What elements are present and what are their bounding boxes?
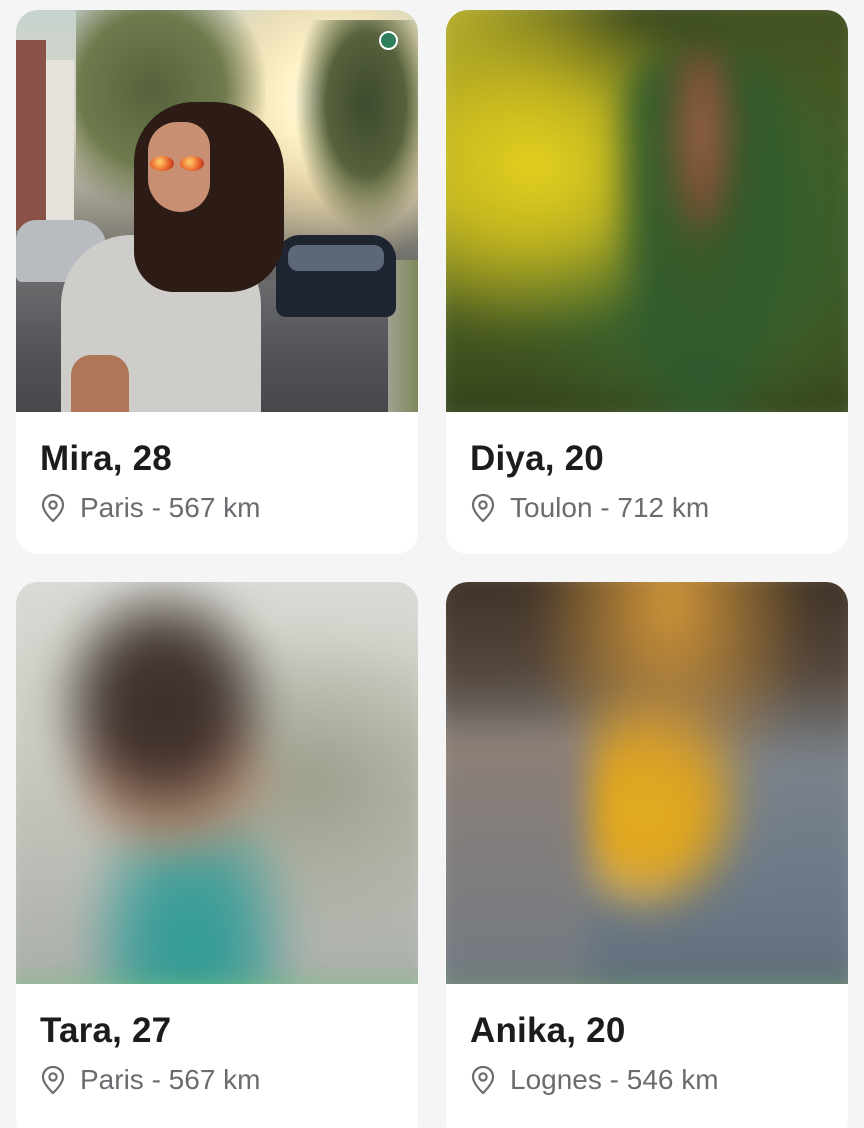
profile-card-tara[interactable]: Tara, 27 Paris - 567 km [16,582,418,1128]
profile-location: Paris - 567 km [40,1063,394,1097]
profile-photo[interactable] [446,10,848,412]
photo-image-blurred [446,582,848,984]
profile-info: Anika, 20 Lognes - 546 km [446,984,848,1097]
profile-info: Mira, 28 Paris - 567 km [16,412,418,525]
profile-location-text: Paris - 567 km [80,1064,261,1095]
profile-name-age: Tara, 27 [40,1011,172,1050]
profile-location-text: Paris - 567 km [80,492,261,523]
profile-location-text: Toulon - 712 km [510,492,710,523]
profile-info: Diya, 20 Toulon - 712 km [446,412,848,525]
profile-photo[interactable] [16,582,418,984]
location-pin-icon [41,493,65,523]
online-status-icon [379,31,398,50]
profile-location: Lognes - 546 km [470,1063,824,1097]
profile-grid: Mira, 28 Paris - 567 km Diya, 20 Toulon … [0,0,864,1128]
profile-location: Paris - 567 km [40,491,394,525]
profile-card-mira[interactable]: Mira, 28 Paris - 567 km [16,10,418,554]
profile-photo[interactable] [446,582,848,984]
profile-photo[interactable] [16,10,418,412]
profile-location-text: Lognes - 546 km [510,1064,719,1095]
profile-card-anika[interactable]: Anika, 20 Lognes - 546 km [446,582,848,1128]
photo-image-blurred [446,10,848,412]
profile-location: Toulon - 712 km [470,491,824,525]
profile-name-age: Diya, 20 [470,439,604,478]
profile-name-age: Mira, 28 [40,439,172,478]
location-pin-icon [41,1065,65,1095]
photo-image [16,10,418,412]
profile-card-diya[interactable]: Diya, 20 Toulon - 712 km [446,10,848,554]
profile-name-age: Anika, 20 [470,1011,626,1050]
location-pin-icon [471,1065,495,1095]
profile-info: Tara, 27 Paris - 567 km [16,984,418,1097]
location-pin-icon [471,493,495,523]
photo-image-blurred [16,582,418,984]
